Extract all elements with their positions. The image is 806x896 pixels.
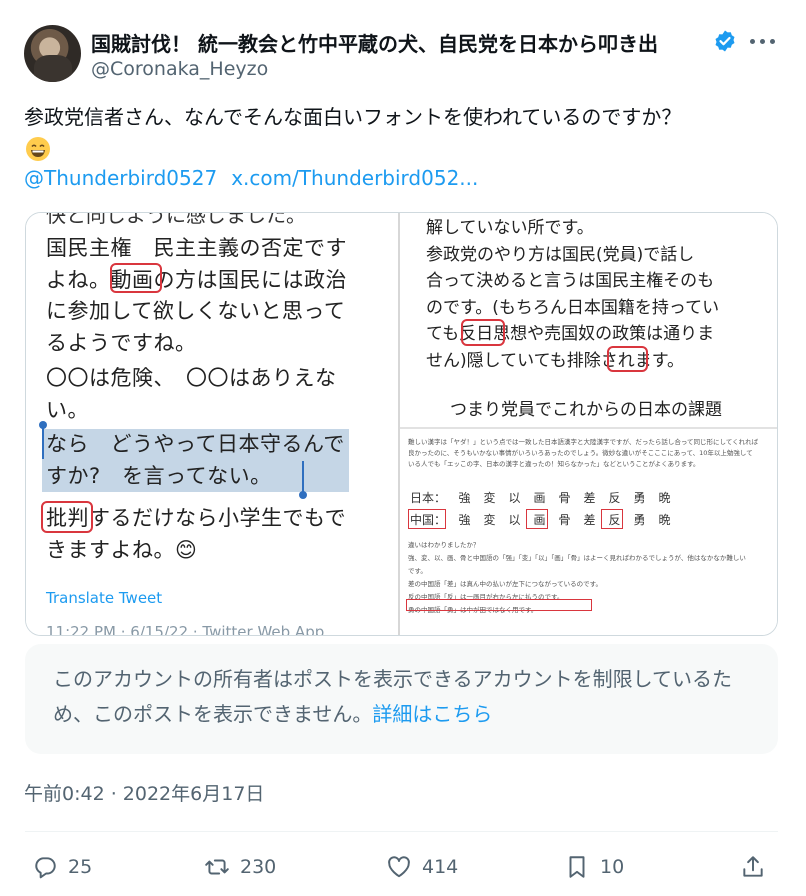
share-button[interactable]	[740, 852, 766, 882]
highlight-box-hihan	[41, 501, 93, 533]
grinning-face-emoji-icon	[26, 137, 50, 161]
bookmark-button[interactable]: 10	[564, 852, 624, 882]
highlight-box-kanji-han	[601, 509, 623, 529]
share-icon	[743, 856, 763, 877]
retweet-button[interactable]: 230	[204, 852, 276, 882]
media-image-left[interactable]: 快と同じように感じました。 国民主権 民主主義の否定です よね。動画の方は国民に…	[26, 213, 398, 636]
highlight-box-kanji-ga	[526, 509, 548, 529]
highlight-box-haijo	[607, 346, 648, 372]
mention-link[interactable]: @Thunderbird0527	[24, 166, 217, 190]
verified-badge-icon	[715, 30, 735, 52]
author-handle[interactable]: @Coronaka_Heyzo	[91, 58, 268, 80]
like-button[interactable]: 414	[386, 852, 458, 882]
reply-count: 25	[68, 856, 93, 878]
action-bar-separator	[25, 831, 778, 832]
bookmark-count: 10	[600, 856, 625, 878]
highlight-box-china-label	[408, 509, 446, 529]
retweet-count: 230	[240, 856, 277, 878]
restricted-post-notice: このアカウントの所有者はポストを表示できるアカウントを制限しているため、このポス…	[25, 644, 778, 754]
media-image-right[interactable]: 解していない所です。 参政党のやり方は国民(党員)で話し 合って決めると言うは国…	[400, 213, 777, 635]
highlight-box-douga	[110, 263, 162, 293]
tweet-links: @Thunderbird0527 x.com/Thunderbird052...	[24, 166, 478, 190]
selection-handle-end	[299, 461, 307, 499]
screenshot-right-paragraph: 解していない所です。 参政党のやり方は国民(党員)で話し 合って決めると言うは国…	[426, 218, 720, 371]
retweet-icon	[205, 859, 229, 875]
learn-more-link[interactable]: 詳細はこちら	[372, 702, 492, 726]
screenshot-small-text-top: 難しい漢字は「ヤダ！」という点では一致した日本語漢字と大陸漢字ですが、だったら話…	[408, 438, 759, 468]
screenshot-right-heading: つまり党員でこれからの日本の課題	[450, 400, 722, 420]
highlight-box-hannichi	[461, 319, 505, 346]
screenshot-meta-cut: 11:22 PM · 6/15/22 · Twitter Web App	[46, 623, 325, 636]
screenshot-right-separator	[400, 427, 777, 429]
avatar[interactable]	[24, 25, 81, 82]
url-link[interactable]: x.com/Thunderbird052...	[231, 166, 478, 190]
tweet-text: 参政党信者さん、なんでそんな面白いフォントを使われているのですか？	[24, 105, 682, 129]
bookmark-icon	[569, 856, 585, 878]
screenshot-paragraph-1: 国民主権 民主主義の否定です よね。動画の方は国民には政治 に参加して欲しくない…	[46, 236, 347, 355]
highlight-box-han-sentence	[406, 599, 592, 611]
selection-handle-start	[39, 421, 47, 459]
media-attachment[interactable]: 快と同じように感じました。 国民主権 民主主義の否定です よね。動画の方は国民に…	[25, 212, 778, 636]
tweet-timestamp[interactable]: 午前0:42 · 2022年6月17日	[24, 779, 264, 806]
kanji-row-japan: 日本：強変以画骨差反勇晩	[410, 491, 671, 505]
more-options-icon[interactable]	[750, 34, 778, 48]
screenshot-paragraph-2: 〇〇は危険、 〇〇はありえな い。	[46, 366, 337, 422]
reply-button[interactable]: 25	[32, 852, 92, 882]
reply-icon	[35, 857, 56, 879]
screenshot-text-cut: 快と同じように感じました。	[46, 213, 306, 227]
author-display-name[interactable]: 国賊討伐！ 統一教会と竹中平蔵の犬、自民党を日本から叩き出	[91, 28, 713, 57]
like-count: 414	[422, 856, 459, 878]
heart-icon	[388, 856, 410, 878]
translate-tweet-label: Translate Tweet	[46, 589, 163, 607]
